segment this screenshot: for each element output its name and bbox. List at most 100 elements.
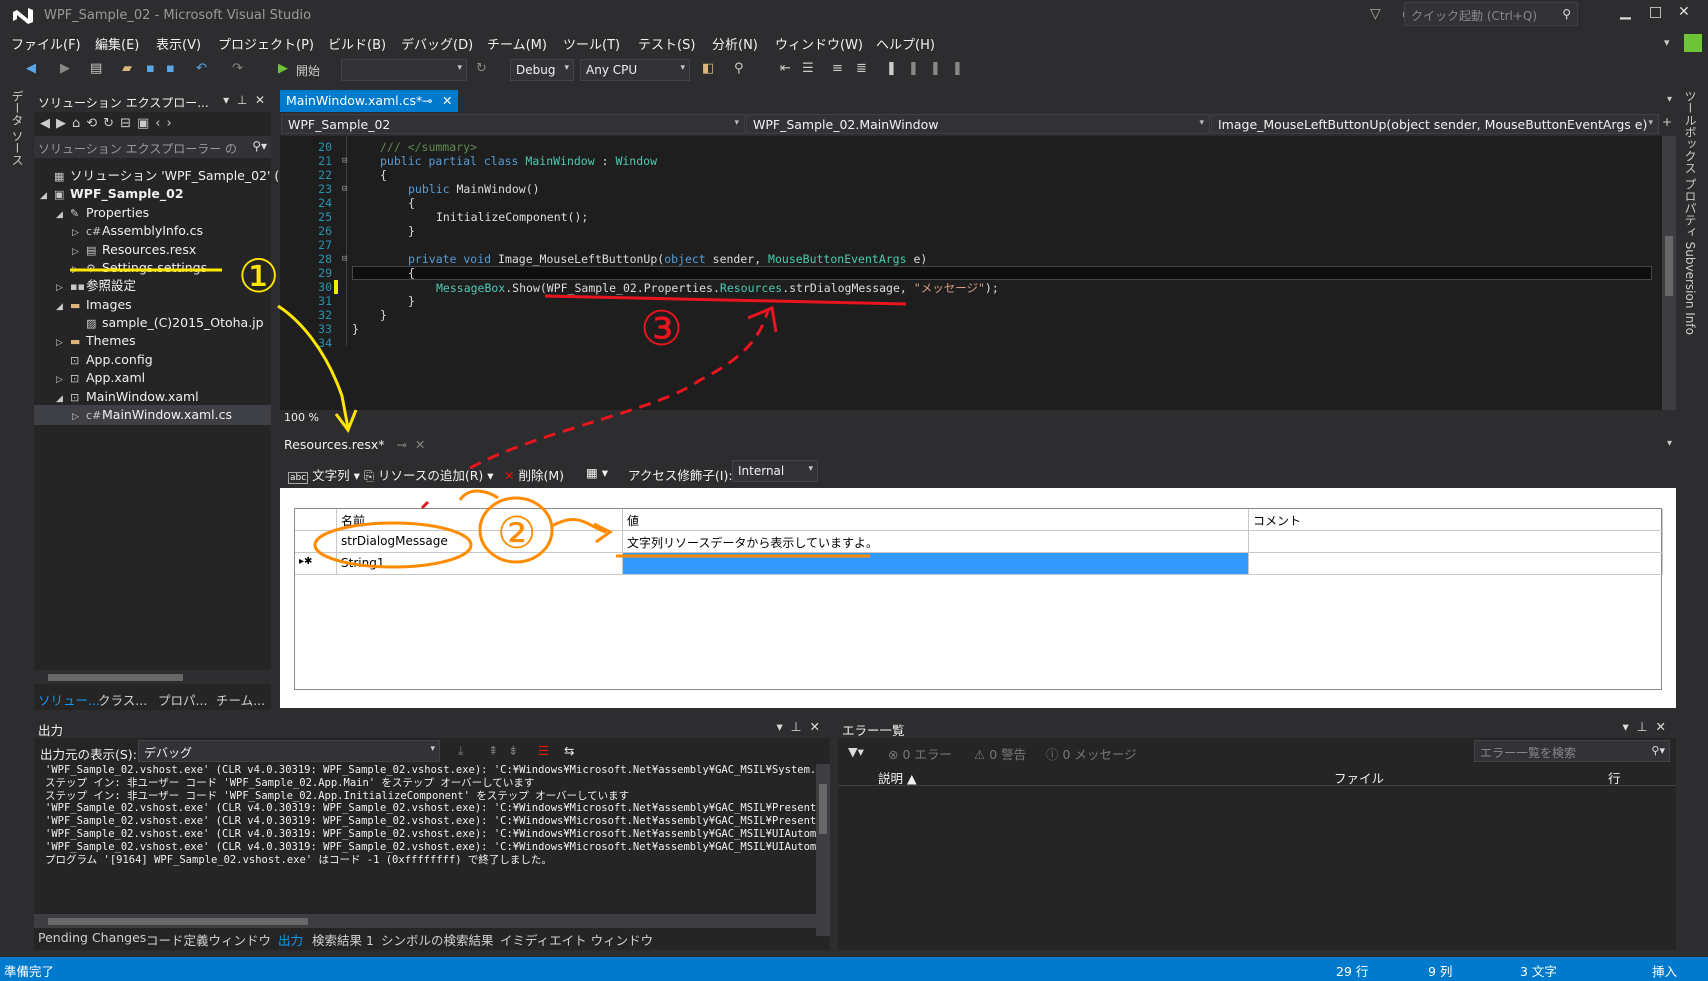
account-badge[interactable] (1684, 34, 1702, 52)
row-header[interactable] (295, 531, 337, 553)
resource-comment-cell[interactable] (1249, 531, 1663, 553)
messages-filter-button[interactable]: ⓘ 0 メッセージ (1046, 744, 1137, 763)
word-wrap-icon[interactable]: ⇆ (564, 743, 574, 758)
tree-item-solution[interactable]: ▦ ソリューション 'WPF_Sample_02' (1 (40, 166, 287, 186)
bookmark-list-icon[interactable]: ☰ (802, 61, 814, 76)
close-tab-icon[interactable]: ✕ (415, 437, 425, 452)
pin-icon[interactable]: ⊸ (422, 93, 432, 108)
next-bookmark-icon[interactable]: ❚ (930, 61, 941, 76)
next-message-icon[interactable]: ⇟ (508, 743, 518, 758)
find-icon[interactable]: ⚲ (734, 61, 744, 76)
resource-value-cell[interactable]: 文字列リソースデータから表示していますよ。 (623, 531, 1249, 553)
home-icon[interactable]: ⌂ (72, 116, 86, 131)
output-vertical-scrollbar[interactable] (816, 764, 830, 936)
view-dropdown[interactable]: ▦ ▾ (586, 465, 608, 480)
forward-icon[interactable]: ▶ (56, 116, 72, 131)
dropdown-icon[interactable]: ▾ (1622, 719, 1628, 734)
maximize-button[interactable]: □ (1649, 4, 1662, 20)
warnings-filter-button[interactable]: ⚠ 0 警告 (974, 744, 1026, 763)
pin-icon[interactable]: ⊸ (396, 437, 406, 452)
comment-icon[interactable]: ≡ (832, 61, 843, 76)
resource-name-cell[interactable]: String1 (337, 553, 623, 575)
open-file-icon[interactable]: ▰ (122, 61, 132, 76)
pin-icon[interactable]: ⊥ (1637, 719, 1648, 734)
scrollbar-thumb[interactable] (48, 918, 308, 925)
tab-find-symbol-results[interactable]: シンボルの検索結果 (381, 930, 494, 949)
clear-all-icon[interactable]: ☰ (538, 743, 549, 758)
project-dropdown[interactable]: WPF_Sample_02 ▾ (281, 114, 745, 134)
tab-overflow-icon[interactable]: ▾ (1667, 438, 1672, 449)
tab-resources-resx[interactable]: Resources.resx* ⊸ ✕ (284, 437, 425, 452)
menu-view[interactable]: 表示(V) (156, 34, 201, 53)
resource-type-dropdown[interactable]: abc 文字列 ▾ (288, 465, 360, 484)
output-horizontal-scrollbar[interactable] (34, 914, 816, 928)
menu-file[interactable]: ファイル(F) (11, 34, 81, 53)
zoom-level[interactable]: 100 % (280, 410, 1676, 426)
tree-item-references[interactable]: ▷ ▪▪参照設定 (56, 276, 136, 296)
tree-item-app-xaml[interactable]: ▷ ⊡ App.xaml (56, 368, 145, 388)
configuration-combo[interactable]: Debug ▾ (510, 59, 574, 81)
error-list-search[interactable]: エラー一覧を検索 ⚲▾ (1474, 740, 1670, 762)
column-header-comment[interactable]: コメント (1249, 509, 1663, 531)
tree-item-mainwindow-xaml[interactable]: ◢ ⊡ MainWindow.xaml (56, 387, 199, 407)
close-button[interactable]: ✕ (1678, 4, 1690, 20)
pin-icon[interactable]: ⊥ (237, 93, 247, 107)
properties-tab[interactable]: プロパティ (1683, 178, 1697, 238)
tab-overflow-icon[interactable]: ▾ (1667, 94, 1672, 105)
tree-item-mainwindow-cs[interactable]: ▷ c#MainWindow.xaml.cs (34, 405, 271, 425)
tree-item-image-file[interactable]: ▨ sample_(C)2015_Otoha.jp (72, 313, 264, 333)
debug-target-combo[interactable]: ▾ (341, 59, 467, 81)
refresh-icon[interactable]: ↻ (103, 116, 120, 131)
new-project-icon[interactable]: ▤ (90, 61, 102, 76)
forward-icon[interactable]: ▶ (60, 61, 70, 76)
pin-icon[interactable]: ⊥ (791, 719, 802, 734)
tree-item-assemblyinfo[interactable]: ▷ c#AssemblyInfo.cs (72, 221, 203, 241)
tab-find-results[interactable]: 検索結果 1 (312, 930, 374, 949)
view-code-icon[interactable]: ‹› (155, 116, 177, 131)
tab-team[interactable]: チーム... (216, 690, 265, 709)
collapse-all-icon[interactable]: ⊟ (120, 116, 137, 131)
collapse-icon[interactable]: ⊟ (342, 184, 347, 194)
tree-item-images[interactable]: ◢ ▬ Images (56, 295, 132, 315)
resource-comment-cell[interactable] (1249, 553, 1663, 575)
menu-analyze[interactable]: 分析(N) (712, 34, 758, 53)
expand-icon[interactable]: ◢ (40, 186, 54, 206)
uncomment-icon[interactable]: ≣ (856, 61, 867, 76)
toolbox-tab[interactable]: ツールボックス (1683, 90, 1697, 174)
tree-item-app-config[interactable]: ⊡ App.config (56, 350, 153, 370)
scrollbar-thumb[interactable] (819, 784, 827, 834)
menu-project[interactable]: プロジェクト(P) (218, 34, 314, 53)
prev-bookmark-icon[interactable]: ❚ (908, 61, 919, 76)
menu-overflow-icon[interactable]: ▾ (1664, 36, 1670, 49)
column-line[interactable]: 行 (1608, 768, 1621, 787)
class-dropdown[interactable]: WPF_Sample_02.MainWindow ▾ (746, 114, 1210, 134)
scrollbar-thumb[interactable] (48, 674, 183, 681)
subversion-info-tab[interactable]: Subversion Info (1683, 242, 1697, 335)
tab-immediate-window[interactable]: イミディエイト ウィンドウ (500, 930, 653, 949)
menu-help[interactable]: ヘルプ(H) (876, 34, 935, 53)
dropdown-icon[interactable]: ▾ (223, 93, 229, 107)
close-icon[interactable]: ✕ (255, 93, 265, 107)
data-source-tab[interactable]: データ ソース (8, 90, 26, 166)
delete-resource-button[interactable]: ✕ 削除(M) (504, 465, 564, 484)
tab-properties[interactable]: プロパ... (158, 690, 207, 709)
column-header-value[interactable]: 値 (623, 509, 1249, 531)
output-source-combo[interactable]: デバッグ ▾ (138, 740, 440, 762)
filter-icon[interactable]: ▼▾ (848, 744, 864, 759)
collapse-icon[interactable]: ⊟ (342, 254, 347, 264)
access-modifier-combo[interactable]: Internal ▾ (732, 460, 818, 482)
tree-item-resources-resx[interactable]: ▷ ▤ Resources.resx (72, 240, 196, 260)
platform-combo[interactable]: Any CPU ▾ (580, 59, 690, 81)
find-in-files-icon[interactable]: ◧ (702, 61, 714, 76)
menu-build[interactable]: ビルド(B) (328, 34, 386, 53)
horizontal-scrollbar[interactable] (34, 670, 271, 684)
column-header-name[interactable]: 名前 (337, 509, 623, 531)
dropdown-icon[interactable]: ▾ (776, 719, 782, 734)
tab-code-definition[interactable]: コード定義ウィンドウ (146, 930, 271, 949)
quick-launch-input[interactable]: クイック起動 (Ctrl+Q) ⚲ (1404, 2, 1578, 26)
column-description[interactable]: 説明 ▲ (878, 768, 917, 787)
filter-icon[interactable]: ▽ (1370, 6, 1381, 22)
show-all-files-icon[interactable]: ▣ (137, 116, 155, 131)
expand-icon[interactable]: ◢ (56, 297, 70, 317)
solution-explorer-search[interactable]: ソリューション エクスプローラー の ⚲▾ (34, 136, 271, 158)
